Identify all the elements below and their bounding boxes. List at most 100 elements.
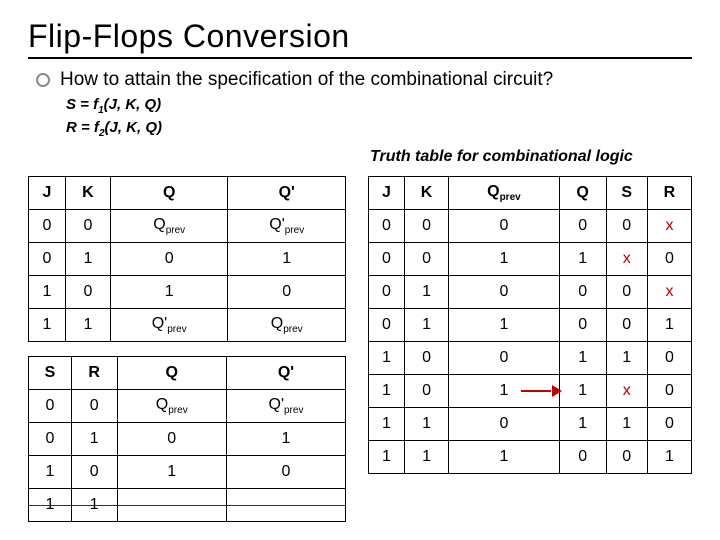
table-cell: 1: [29, 276, 66, 309]
table-cell: 0: [405, 342, 449, 375]
table-cell: Q'prev: [228, 210, 346, 243]
table-row: 111001: [369, 441, 692, 474]
table-cell: 0: [647, 243, 691, 276]
table-cell: 0: [606, 309, 647, 342]
table-cell: 1: [647, 441, 691, 474]
table-cell: 1: [71, 423, 117, 456]
table-cell: 0: [606, 210, 647, 243]
table-row: 0011x0: [369, 243, 692, 276]
table-cell: Q'prev: [110, 309, 228, 342]
truth-table-caption: Truth table for combinational logic: [370, 148, 633, 166]
page-title: Flip-Flops Conversion: [28, 18, 692, 59]
table-cell: Qprev: [110, 210, 228, 243]
table-cell: 1: [449, 441, 560, 474]
table-cell: 1: [110, 276, 228, 309]
table-cell: 0: [405, 375, 449, 408]
main-question-text: How to attain the specification of the c…: [60, 69, 553, 91]
column-header: Q: [110, 177, 228, 210]
table-cell: 0: [449, 276, 560, 309]
table-cell: 0: [110, 243, 228, 276]
equation-2: R = f2(J, K, Q): [66, 118, 692, 141]
table-cell: 1: [606, 342, 647, 375]
table-cell: 0: [369, 276, 405, 309]
column-header: K: [405, 177, 449, 210]
table-row: 01000x: [369, 276, 692, 309]
table-cell: 0: [647, 342, 691, 375]
table-row: 100110: [369, 342, 692, 375]
table-cell: x: [606, 375, 647, 408]
table-cell: 1: [65, 243, 110, 276]
column-header: J: [369, 177, 405, 210]
table-cell: 1: [228, 243, 346, 276]
table-cell: 0: [606, 441, 647, 474]
column-header: J: [29, 177, 66, 210]
table-row: 00000x: [369, 210, 692, 243]
column-header: S: [29, 357, 72, 390]
column-header: K: [65, 177, 110, 210]
table-cell: 1: [449, 375, 560, 408]
table-cell: 0: [29, 390, 72, 423]
table-cell: 1: [29, 309, 66, 342]
arrow-icon: [521, 385, 561, 397]
column-header: R: [71, 357, 117, 390]
table-cell: 0: [405, 243, 449, 276]
table-cell: x: [647, 276, 691, 309]
jk-table: JKQQ'00QprevQ'prev0101101011Q'prevQprev: [28, 176, 346, 342]
table-cell: 0: [449, 342, 560, 375]
table-cell: 0: [29, 210, 66, 243]
table-cell: 0: [606, 276, 647, 309]
table-row: 1011x0: [369, 375, 692, 408]
table-cell: 1: [369, 375, 405, 408]
table-cell: 1: [29, 456, 72, 489]
table-cell: Qprev: [228, 309, 346, 342]
table-cell: 1: [449, 309, 560, 342]
table-cell: 1: [369, 408, 405, 441]
table-cell: 0: [65, 276, 110, 309]
table-row: 110110: [369, 408, 692, 441]
table-row: 011001: [369, 309, 692, 342]
table-cell: 1: [65, 309, 110, 342]
table-cell: 1: [606, 408, 647, 441]
combinational-table: JKQprevQSR00000x0011x001000x011001100110…: [368, 176, 692, 474]
table-cell: 0: [559, 441, 606, 474]
table-cell: 0: [369, 210, 405, 243]
table-cell: 0: [71, 456, 117, 489]
table-cell: 0: [647, 375, 691, 408]
table-cell: 0: [228, 276, 346, 309]
equation-1: S = f1(J, K, Q): [66, 95, 692, 118]
column-header: S: [606, 177, 647, 210]
table-cell: 0: [449, 408, 560, 441]
table-cell: 0: [559, 276, 606, 309]
table-cell: 1: [405, 276, 449, 309]
table-cell: 0: [71, 390, 117, 423]
table-cell: 1: [559, 243, 606, 276]
table-cell: 1: [29, 489, 72, 522]
column-header: Qprev: [449, 177, 560, 210]
table-cell: 0: [369, 243, 405, 276]
table-row: 0101: [29, 243, 346, 276]
column-header: Q: [117, 357, 226, 390]
table-row: 00QprevQ'prev: [29, 390, 346, 423]
table-cell: 1: [369, 342, 405, 375]
column-header: R: [647, 177, 691, 210]
table-cell: 0: [405, 210, 449, 243]
table-cell: 0: [29, 243, 66, 276]
table-row: 11: [29, 489, 346, 522]
table-cell: Qprev: [117, 390, 226, 423]
table-cell: 0: [117, 423, 226, 456]
table-cell: Q'prev: [226, 390, 345, 423]
table-cell: 1: [559, 408, 606, 441]
table-cell: 1: [369, 441, 405, 474]
table-cell: 1: [559, 342, 606, 375]
table-cell: x: [647, 210, 691, 243]
table-cell: x: [606, 243, 647, 276]
table-cell: 1: [405, 441, 449, 474]
table-row: 1010: [29, 456, 346, 489]
table-cell: 1: [405, 408, 449, 441]
sr-table: SRQQ'00QprevQ'prev0101101011: [28, 356, 346, 522]
table-cell: 0: [449, 210, 560, 243]
table-cell: 1: [117, 456, 226, 489]
table-cell: 0: [226, 456, 345, 489]
table-cell: 0: [559, 210, 606, 243]
column-header: Q': [228, 177, 346, 210]
